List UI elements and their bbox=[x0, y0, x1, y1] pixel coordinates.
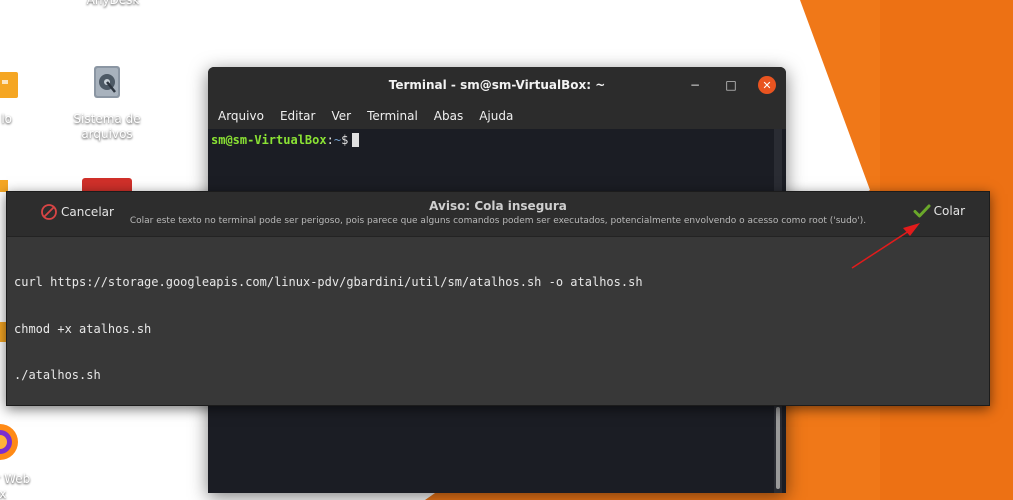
terminal-menubar: Arquivo Editar Ver Terminal Abas Ajuda bbox=[208, 103, 786, 129]
prompt-line: sm@sm-VirtualBox:~$ bbox=[211, 133, 360, 147]
menu-terminal[interactable]: Terminal bbox=[367, 109, 418, 123]
prompt-path: ~ bbox=[333, 133, 342, 147]
firefox-icon[interactable] bbox=[0, 420, 18, 464]
menu-editar[interactable]: Editar bbox=[280, 109, 316, 123]
unsafe-paste-dialog: Cancelar Aviso: Cola insegura Colar este… bbox=[6, 191, 990, 406]
minimize-button[interactable]: − bbox=[686, 76, 704, 94]
desktop-icon-label-line: or Web bbox=[0, 472, 31, 486]
desktop-icon-label-partial[interactable]: lo bbox=[0, 112, 12, 127]
terminal-scrollbar-thumb[interactable] bbox=[776, 407, 780, 489]
app-icon-partial[interactable] bbox=[82, 178, 132, 192]
menu-arquivo[interactable]: Arquivo bbox=[218, 109, 264, 123]
dialog-header: Cancelar Aviso: Cola insegura Colar este… bbox=[7, 192, 989, 237]
desktop-icon-label-line: arquivos bbox=[81, 127, 133, 141]
maximize-button[interactable]: □ bbox=[722, 76, 740, 94]
file-system-icon[interactable] bbox=[90, 64, 124, 100]
check-icon bbox=[913, 204, 931, 218]
dialog-title: Aviso: Cola insegura bbox=[429, 199, 567, 213]
desktop-icon-label-line: Sistema de bbox=[73, 112, 141, 126]
paste-button[interactable]: Colar bbox=[913, 203, 965, 219]
paste-content-line: ./atalhos.sh bbox=[14, 368, 101, 382]
prompt-separator: : bbox=[326, 133, 334, 147]
paste-content: curl https://storage.googleapis.com/linu… bbox=[14, 244, 982, 415]
paste-content-line: chmod +x atalhos.sh bbox=[14, 321, 152, 336]
text-cursor bbox=[352, 133, 360, 147]
menu-ver[interactable]: Ver bbox=[331, 109, 351, 123]
menu-abas[interactable]: Abas bbox=[434, 109, 463, 123]
close-icon: ✕ bbox=[762, 78, 772, 92]
minimize-icon: − bbox=[689, 78, 701, 92]
window-controls: − □ ✕ bbox=[686, 67, 776, 103]
terminal-titlebar[interactable]: Terminal - sm@sm-VirtualBox: ~ − □ ✕ bbox=[208, 67, 786, 103]
desktop-icon-label-firefox[interactable]: or Web fox bbox=[0, 472, 48, 500]
prompt-symbol: $ bbox=[341, 133, 349, 147]
desktop-icon-label-partial-top[interactable]: ire bbox=[0, 0, 20, 8]
folder-icon-partial[interactable] bbox=[0, 178, 10, 192]
dialog-subtitle: Colar este texto no terminal pode ser pe… bbox=[129, 216, 867, 226]
folder-icon[interactable] bbox=[0, 68, 18, 100]
paste-label: Colar bbox=[933, 204, 965, 218]
desktop-icon-label-anydesk[interactable]: AnyDesk bbox=[58, 0, 168, 8]
terminal-title: Terminal - sm@sm-VirtualBox: ~ bbox=[388, 78, 606, 92]
close-button[interactable]: ✕ bbox=[758, 76, 776, 94]
desktop-icon-label-line: fox bbox=[0, 487, 7, 500]
prompt-user: sm@sm-VirtualBox bbox=[211, 133, 327, 147]
desktop-icon-label-file-system[interactable]: Sistema de arquivos bbox=[52, 112, 162, 142]
paste-content-line: curl https://storage.googleapis.com/linu… bbox=[14, 275, 643, 289]
menu-ajuda[interactable]: Ajuda bbox=[479, 109, 513, 123]
maximize-icon: □ bbox=[725, 78, 737, 92]
